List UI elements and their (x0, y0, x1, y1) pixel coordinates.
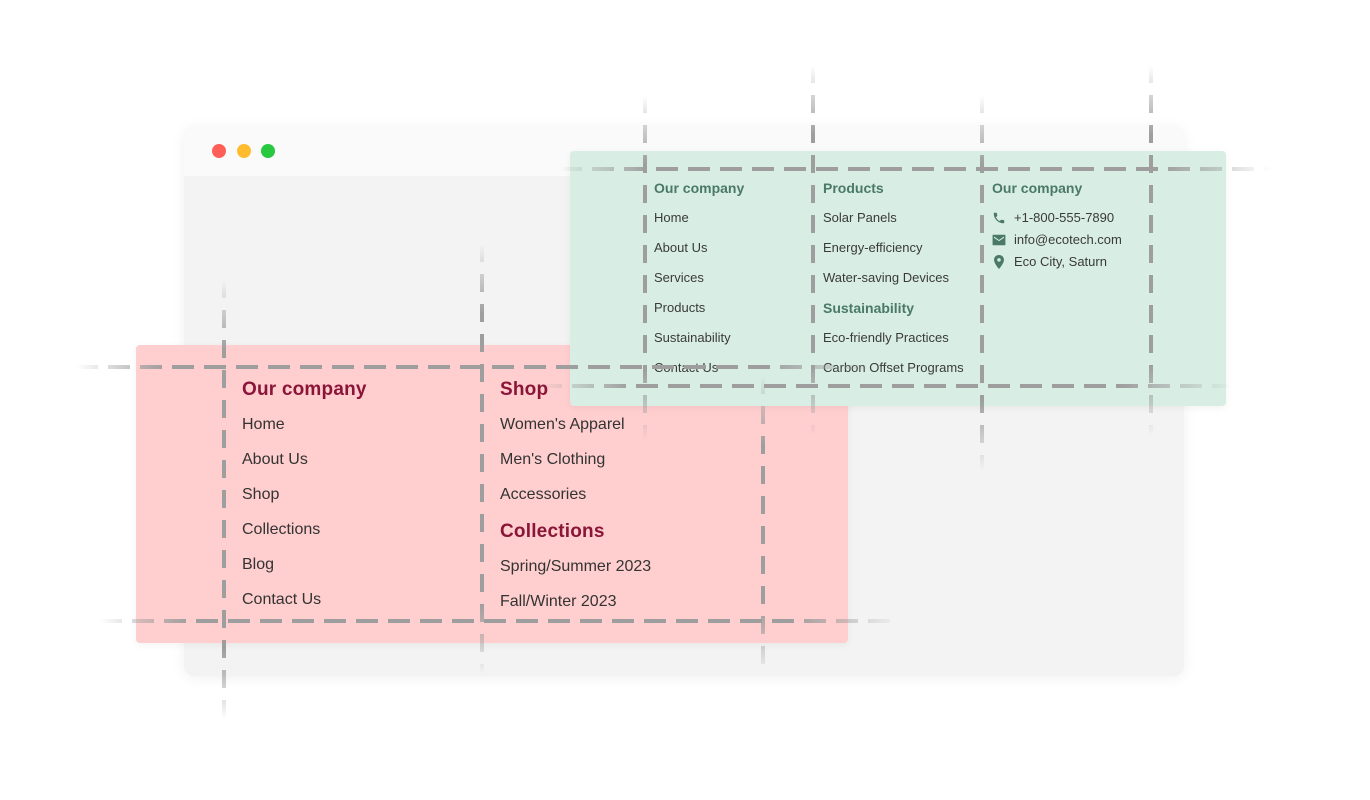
maximize-window-button[interactable] (261, 144, 275, 158)
pink-link-collections[interactable]: Collections (242, 515, 367, 550)
pink-link-spring-summer-2023[interactable]: Spring/Summer 2023 (500, 552, 651, 587)
minimize-window-button[interactable] (237, 144, 251, 158)
pink-link-fall-winter-2023[interactable]: Fall/Winter 2023 (500, 587, 651, 622)
green-link-about-us[interactable]: About Us (654, 237, 744, 267)
pink-heading-collections: Collections (500, 521, 605, 542)
contact-phone-text: +1-800-555-7890 (1014, 210, 1115, 225)
green-link-contact-us[interactable]: Contact Us (654, 357, 744, 387)
pink-footer-column-company: Our company Home About Us Shop Collectio… (242, 375, 367, 620)
close-window-button[interactable] (212, 144, 226, 158)
location-pin-icon (992, 255, 1006, 269)
green-link-solar-panels[interactable]: Solar Panels (823, 207, 964, 237)
pink-link-about-us[interactable]: About Us (242, 445, 367, 480)
pink-footer-column-shop: Shop Women's Apparel Men's Clothing Acce… (500, 375, 651, 622)
contact-location-text: Eco City, Saturn (1014, 254, 1107, 269)
green-link-energy-efficiency[interactable]: Energy-efficiency (823, 237, 964, 267)
green-link-home[interactable]: Home (654, 207, 744, 237)
green-link-water-saving-devices[interactable]: Water-saving Devices (823, 267, 964, 297)
green-link-products[interactable]: Products (654, 297, 744, 327)
pink-link-home[interactable]: Home (242, 410, 367, 445)
green-footer-column-contact: Our company +1-800-555-7890 info@ecotech… (992, 177, 1122, 273)
mail-icon (992, 233, 1006, 247)
pink-link-blog[interactable]: Blog (242, 550, 367, 585)
green-footer-column-company: Our company Home About Us Services Produ… (654, 177, 744, 387)
pink-link-mens-clothing[interactable]: Men's Clothing (500, 445, 651, 480)
green-heading-products: Products (823, 180, 884, 196)
pink-link-shop[interactable]: Shop (242, 480, 367, 515)
green-link-sustainability[interactable]: Sustainability (654, 327, 744, 357)
green-link-carbon-offset-programs[interactable]: Carbon Offset Programs (823, 357, 964, 387)
green-footer-column-products: Products Solar Panels Energy-efficiency … (823, 177, 964, 387)
contact-email-text: info@ecotech.com (1014, 232, 1122, 247)
green-link-services[interactable]: Services (654, 267, 744, 297)
green-link-eco-friendly-practices[interactable]: Eco-friendly Practices (823, 327, 964, 357)
pink-link-contact-us[interactable]: Contact Us (242, 585, 367, 620)
pink-link-accessories[interactable]: Accessories (500, 480, 651, 515)
green-heading-our-company: Our company (654, 180, 745, 196)
pink-heading-our-company: Our company (242, 379, 367, 400)
phone-icon (992, 211, 1006, 225)
green-heading-sustainability: Sustainability (823, 300, 915, 316)
pink-link-womens-apparel[interactable]: Women's Apparel (500, 410, 651, 445)
